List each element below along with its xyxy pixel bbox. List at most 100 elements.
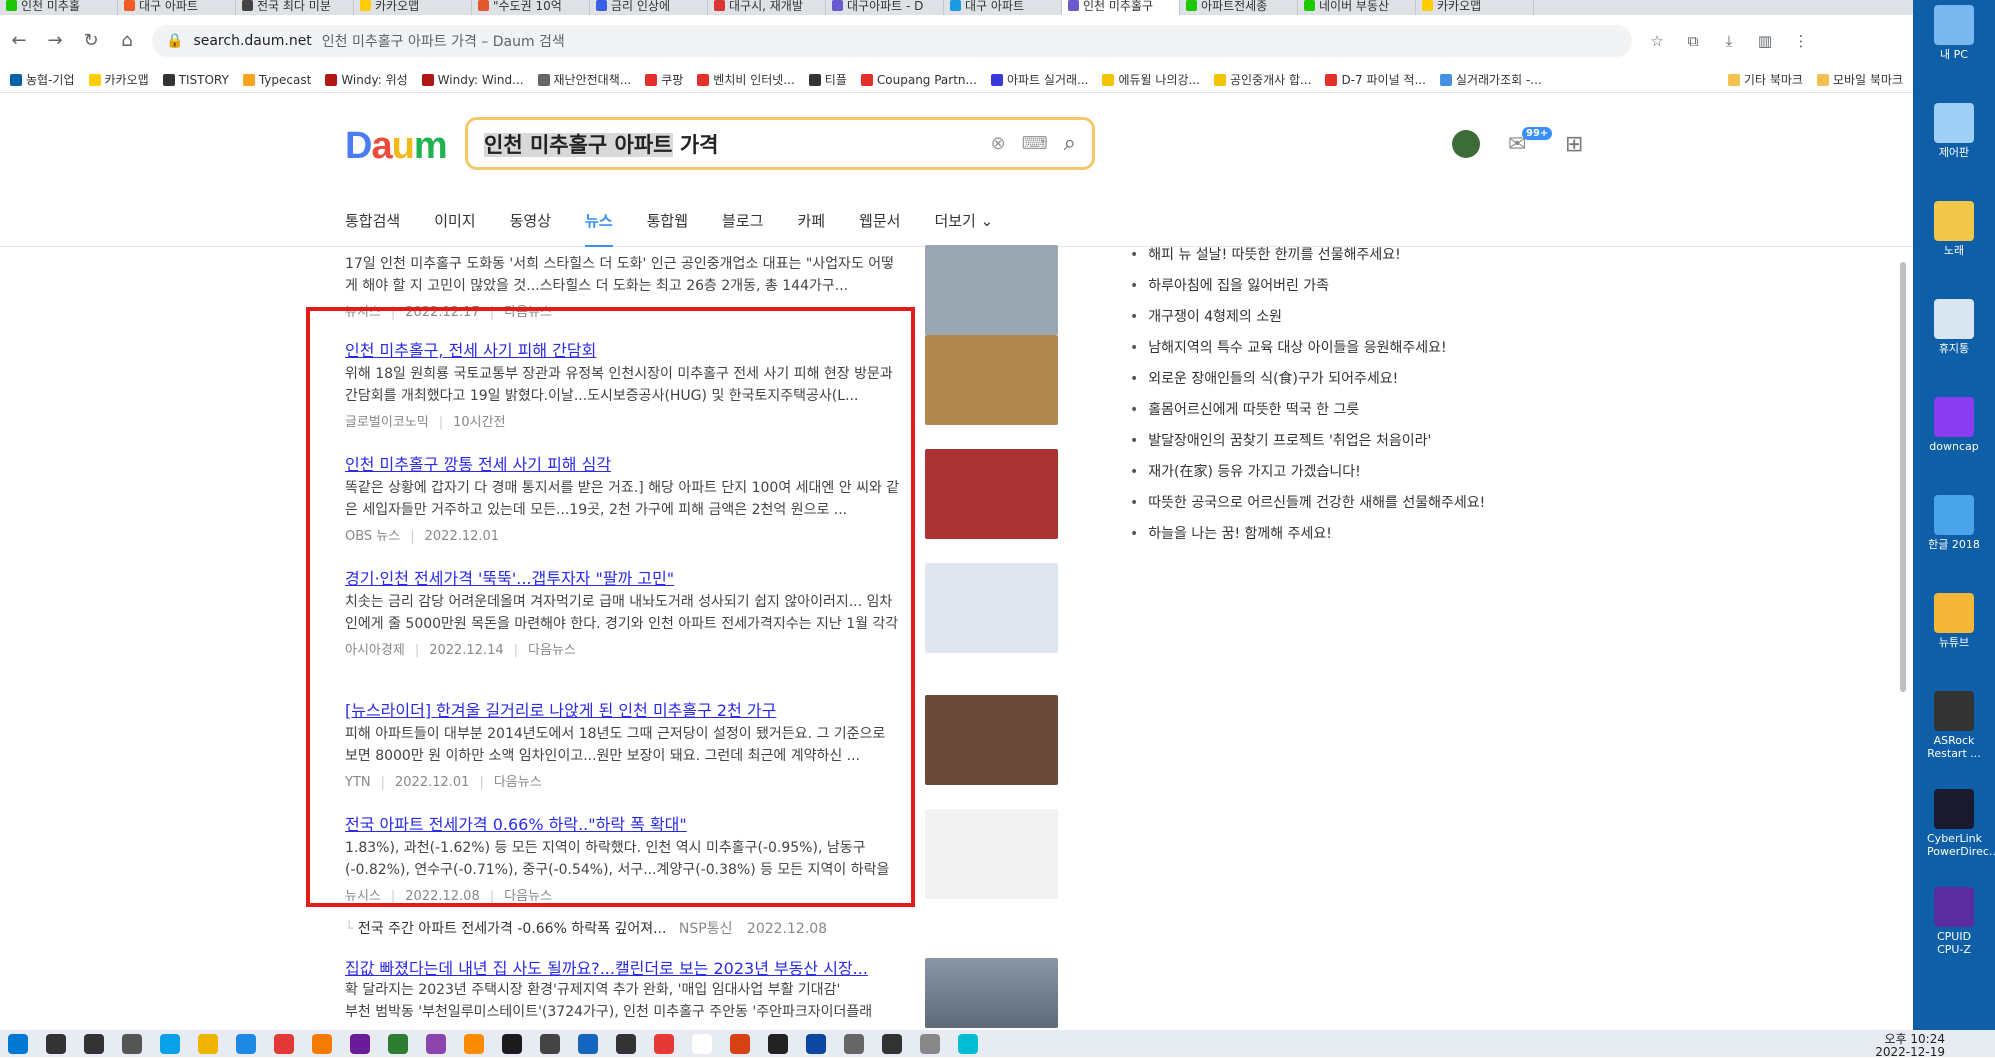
bookmark-item[interactable]: 카카오맵 <box>88 71 149 88</box>
avatar[interactable] <box>1452 130 1480 158</box>
browser-tab[interactable]: 카카오맵 <box>354 0 472 15</box>
right-list-item[interactable]: 재가(在家) 등유 가지고 가겠습니다! <box>1130 459 1510 490</box>
taskbar-app-icon[interactable] <box>502 1033 522 1054</box>
taskbar-app-icon[interactable] <box>236 1033 256 1054</box>
bookmark-item[interactable]: Windy: Wind... <box>421 73 524 87</box>
bookmark-item[interactable]: 티플 <box>808 71 847 88</box>
desktop-icon[interactable]: CyberLink PowerDirec... <box>1927 789 1995 858</box>
desktop-icon[interactable]: 뉴튜브 <box>1927 593 1981 649</box>
browser-tab[interactable]: 대구 아파트 <box>944 0 1062 15</box>
desktop-icon[interactable]: 제어판 <box>1927 103 1981 159</box>
taskbar-app-icon[interactable] <box>920 1033 940 1054</box>
search-tab[interactable]: 이미지 <box>434 195 475 247</box>
search-tab[interactable]: 블로그 <box>722 195 763 247</box>
browser-tab[interactable]: 인천 미추홀구 <box>1062 0 1180 15</box>
bookmark-item[interactable]: 농협-기업 <box>10 71 75 88</box>
browser-tab[interactable]: 금리 인상에 <box>590 0 708 15</box>
desktop-icon[interactable]: CPUID CPU-Z <box>1927 887 1981 956</box>
taskbar-app-icon[interactable] <box>198 1033 218 1054</box>
taskbar-app-icon[interactable] <box>426 1033 446 1054</box>
clock[interactable]: 오후 10:24 2022-12-19 <box>1875 1033 1945 1059</box>
bookmark-item[interactable]: TISTORY <box>162 73 229 87</box>
news-title[interactable]: 집값 빠졌다는데 내년 집 사도 될까요?...캘린더로 보는 2023년 부동… <box>345 955 900 977</box>
taskbar-app-icon[interactable] <box>122 1033 142 1054</box>
desktop-icon[interactable]: ASRock Restart ... <box>1927 691 1981 760</box>
news-thumbnail[interactable] <box>925 695 1058 785</box>
taskbar-app-icon[interactable] <box>882 1033 902 1054</box>
taskbar-app-icon[interactable] <box>388 1033 408 1054</box>
reload-button[interactable]: ↻ <box>80 30 102 52</box>
news-thumbnail[interactable] <box>925 563 1058 653</box>
desktop-icon[interactable]: 한글 2018 <box>1927 495 1981 551</box>
right-list-item[interactable]: 발달장애인의 꿈찾기 프로젝트 '취업은 처음이라' <box>1130 428 1510 459</box>
bookmark-item[interactable]: Windy: 위성 <box>325 71 408 88</box>
forward-button[interactable]: → <box>44 30 66 52</box>
bookmark-item[interactable]: 공인중개사 합... <box>1213 71 1311 88</box>
bookmark-item[interactable]: Typecast <box>242 73 311 87</box>
bookmark-item[interactable]: 에듀윌 나의강... <box>1102 71 1200 88</box>
search-tab[interactable]: 통합검색 <box>345 195 400 247</box>
address-bar[interactable]: 🔒 search.daum.net 인천 미추홀구 아파트 가격 – Daum … <box>152 25 1632 57</box>
download-icon[interactable]: ⤓ <box>1718 30 1740 52</box>
right-list-item[interactable]: 개구쟁이 4형제의 소원 <box>1130 304 1510 335</box>
taskbar-app-icon[interactable] <box>8 1033 28 1054</box>
bookmark-star-icon[interactable]: ☆ <box>1646 30 1668 52</box>
taskbar-app-icon[interactable] <box>312 1033 332 1054</box>
news-thumbnail[interactable] <box>925 449 1058 539</box>
browser-tab[interactable]: 전국 최다 미분 <box>236 0 354 15</box>
news-thumbnail[interactable] <box>925 809 1058 899</box>
right-list-item[interactable]: 외로운 장애인들의 식(食)구가 되어주세요! <box>1130 366 1510 397</box>
bookmark-item[interactable]: 실거래가조회 -... <box>1439 71 1542 88</box>
right-list-item[interactable]: 해피 뉴 설날! 따뜻한 한끼를 선물해주세요! <box>1130 242 1510 273</box>
search-box[interactable]: 인천 미추홀구 아파트 가격 ⊗ ⌨ ⌕ <box>465 117 1095 170</box>
browser-tab[interactable]: 대구아파트 - D <box>826 0 944 15</box>
desktop-icon[interactable]: 노래 <box>1927 201 1981 257</box>
right-list-item[interactable]: 하늘을 나는 꿈! 함께해 주세요! <box>1130 521 1510 552</box>
taskbar-app-icon[interactable] <box>350 1033 370 1054</box>
right-list-item[interactable]: 하루아침에 집을 잃어버린 가족 <box>1130 273 1510 304</box>
related-news-title[interactable]: 전국 주간 아파트 전세가격 -0.66% 하락폭 깊어져... <box>358 921 667 937</box>
desktop-icon[interactable]: 내 PC <box>1927 5 1981 61</box>
taskbar-app-icon[interactable] <box>730 1033 750 1054</box>
bookmark-item[interactable]: 아파트 실거래... <box>990 71 1088 88</box>
browser-tab[interactable]: 대구시, 재개발 <box>708 0 826 15</box>
menu-icon[interactable]: ⋮ <box>1790 30 1812 52</box>
taskbar-app-icon[interactable] <box>578 1033 598 1054</box>
search-tab[interactable]: 뉴스 <box>585 195 613 247</box>
bookmark-folder[interactable]: 모바일 북마크 <box>1816 71 1903 88</box>
search-tab[interactable]: 통합웹 <box>647 195 688 247</box>
taskbar-app-icon[interactable] <box>464 1033 484 1054</box>
browser-tab[interactable]: 네이버 부동산 <box>1298 0 1416 15</box>
browser-tab[interactable]: 카카오맵 <box>1416 0 1534 15</box>
taskbar-app-icon[interactable] <box>540 1033 560 1054</box>
taskbar-app-icon[interactable] <box>160 1033 180 1054</box>
bookmark-item[interactable]: D-7 파이널 적... <box>1325 71 1426 88</box>
taskbar-app-icon[interactable] <box>958 1033 978 1054</box>
news-thumbnail[interactable] <box>925 958 1058 1028</box>
browser-tab[interactable]: "수도권 10억 <box>472 0 590 15</box>
keyboard-icon[interactable]: ⌨ <box>1022 133 1048 154</box>
search-icon[interactable]: ⌕ <box>1064 131 1076 156</box>
taskbar-app-icon[interactable] <box>806 1033 826 1054</box>
browser-tab[interactable]: 아파트전세종 <box>1180 0 1298 15</box>
sidebar-icon[interactable]: ▥ <box>1754 30 1776 52</box>
desktop-icon[interactable]: 휴지통 <box>1927 299 1981 355</box>
bookmark-item[interactable]: Coupang Partn... <box>860 73 977 87</box>
right-list-item[interactable]: 홀몸어르신에게 따뜻한 떡국 한 그릇 <box>1130 397 1510 428</box>
right-list-item[interactable]: 남해지역의 특수 교육 대상 아이들을 응원해주세요! <box>1130 335 1510 366</box>
search-tab[interactable]: 더보기 ⌄ <box>934 195 993 247</box>
bookmark-item[interactable]: 벤치비 인터넷... <box>697 71 795 88</box>
home-icon[interactable]: ⌂ <box>116 30 138 52</box>
bookmark-item[interactable]: 쿠팡 <box>645 71 683 88</box>
extensions-icon[interactable]: ⧉ <box>1682 30 1704 52</box>
browser-tab[interactable]: 대구 아파트 <box>118 0 236 15</box>
search-tab[interactable]: 웹문서 <box>859 195 900 247</box>
taskbar-app-icon[interactable] <box>46 1033 66 1054</box>
taskbar-app-icon[interactable] <box>844 1033 864 1054</box>
scrollbar[interactable] <box>1900 262 1906 692</box>
right-list-item[interactable]: 따뜻한 공국으로 어르신들께 건강한 새해를 선물해주세요! <box>1130 490 1510 521</box>
clear-icon[interactable]: ⊗ <box>991 133 1006 154</box>
bookmark-folder[interactable]: 기타 북마크 <box>1727 71 1803 88</box>
taskbar-app-icon[interactable] <box>692 1033 712 1054</box>
news-thumbnail[interactable] <box>925 335 1058 425</box>
